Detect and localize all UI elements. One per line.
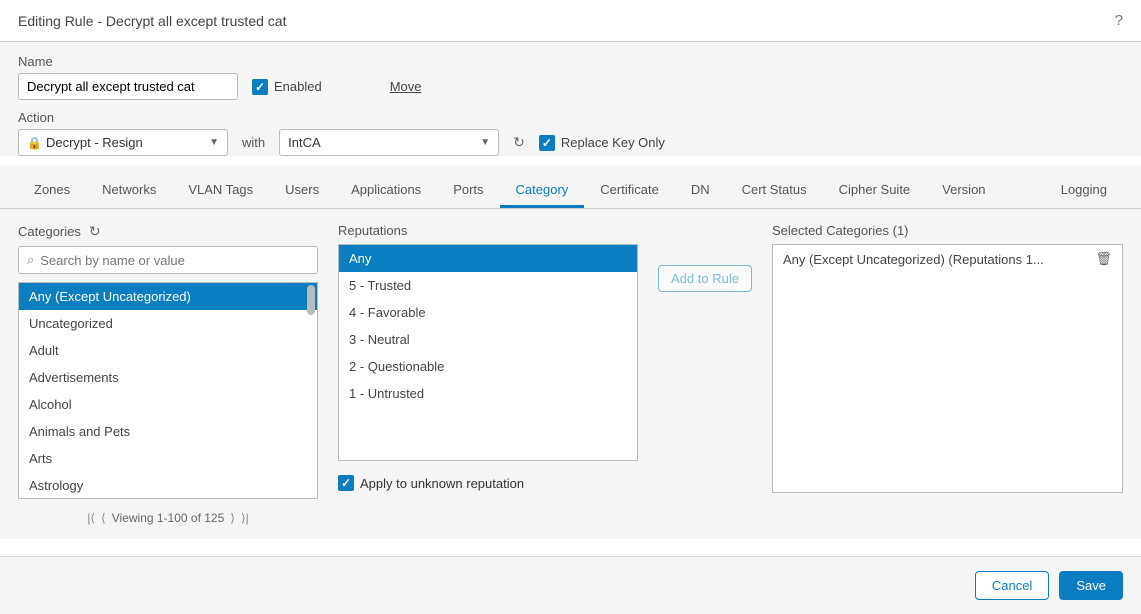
refresh-icon[interactable]: ↻ (513, 134, 525, 151)
apply-unknown-checkbox[interactable] (338, 475, 354, 491)
list-item[interactable]: Advertisements (19, 364, 317, 391)
name-label: Name (18, 54, 1123, 69)
categories-refresh-icon[interactable]: ↻ (89, 223, 101, 240)
chevron-down-icon: ▼ (480, 137, 490, 148)
page-last-icon[interactable]: ⟩| (241, 511, 249, 525)
add-to-rule-button[interactable]: Add to Rule (658, 265, 752, 292)
list-item[interactable]: Animals and Pets (19, 418, 317, 445)
tabs: Zones Networks VLAN Tags Users Applicati… (0, 166, 1141, 209)
selected-listbox: Any (Except Uncategorized) (Reputations … (772, 244, 1123, 493)
form-section: Name Enabled Move Action 🔒 Decrypt - Resi… (0, 42, 1141, 156)
ca-select[interactable]: IntCA ▼ (279, 129, 499, 156)
tab-applications[interactable]: Applications (335, 174, 437, 208)
list-item[interactable]: 4 - Favorable (339, 299, 637, 326)
tab-vlan-tags[interactable]: VLAN Tags (172, 174, 269, 208)
page-next-icon[interactable]: ⟩ (230, 511, 235, 525)
list-item[interactable]: Uncategorized (19, 310, 317, 337)
with-label: with (242, 135, 265, 150)
search-input[interactable] (40, 253, 309, 268)
apply-unknown-wrap[interactable]: Apply to unknown reputation (338, 475, 638, 491)
reputations-column: Reputations Any 5 - Trusted 4 - Favorabl… (338, 223, 638, 525)
search-icon: ⌕ (27, 252, 34, 268)
list-item[interactable]: 5 - Trusted (339, 272, 637, 299)
pagination: |⟨ ⟨ Viewing 1-100 of 125 ⟩ ⟩| (18, 511, 318, 525)
selected-column: Selected Categories (1) Any (Except Unca… (772, 223, 1123, 525)
ca-value: IntCA (288, 135, 321, 150)
trash-icon[interactable]: 🗑 (1095, 251, 1112, 267)
page-first-icon[interactable]: |⟨ (87, 511, 95, 525)
enabled-label: Enabled (274, 79, 322, 94)
categories-column: Categories ↻ ⌕ Any (Except Uncategorized… (18, 223, 318, 525)
footer: Cancel Save (0, 556, 1141, 614)
help-icon[interactable]: ? (1115, 12, 1123, 29)
tab-certificate[interactable]: Certificate (584, 174, 675, 208)
list-item[interactable]: 2 - Questionable (339, 353, 637, 380)
action-value: Decrypt - Resign (46, 135, 143, 150)
list-item[interactable]: Astrology (19, 472, 317, 499)
reputations-listbox[interactable]: Any 5 - Trusted 4 - Favorable 3 - Neutra… (338, 244, 638, 461)
name-input[interactable] (18, 73, 238, 100)
list-item[interactable]: Any (339, 245, 637, 272)
categories-header: Categories ↻ (18, 223, 318, 240)
replace-key-label: Replace Key Only (561, 135, 665, 150)
list-item[interactable]: Arts (19, 445, 317, 472)
list-item[interactable]: 1 - Untrusted (339, 380, 637, 407)
search-box[interactable]: ⌕ (18, 246, 318, 274)
categories-listbox[interactable]: Any (Except Uncategorized) Uncategorized… (18, 282, 318, 499)
modal-title: Editing Rule - Decrypt all except truste… (18, 13, 286, 29)
tab-users[interactable]: Users (269, 174, 335, 208)
selected-item[interactable]: Any (Except Uncategorized) (Reputations … (773, 245, 1122, 273)
tab-cipher-suite[interactable]: Cipher Suite (823, 174, 927, 208)
pagination-text: Viewing 1-100 of 125 (112, 511, 225, 525)
enabled-checkbox-wrap[interactable]: Enabled (252, 79, 322, 95)
lock-icon: 🔒 (27, 136, 42, 150)
add-column: Add to Rule (658, 223, 752, 525)
replace-key-checkbox[interactable] (539, 135, 555, 151)
apply-unknown-label: Apply to unknown reputation (360, 476, 524, 491)
tab-dn[interactable]: DN (675, 174, 726, 208)
main-panel: Categories ↻ ⌕ Any (Except Uncategorized… (0, 209, 1141, 539)
cancel-button[interactable]: Cancel (975, 571, 1049, 600)
move-link[interactable]: Move (390, 79, 422, 94)
list-item[interactable]: Any (Except Uncategorized) (19, 283, 317, 310)
tab-version[interactable]: Version (926, 174, 1001, 208)
page-prev-icon[interactable]: ⟨ (101, 511, 106, 525)
action-select[interactable]: 🔒 Decrypt - Resign ▼ (18, 129, 228, 156)
tab-logging[interactable]: Logging (1045, 174, 1123, 208)
list-item[interactable]: Adult (19, 337, 317, 364)
list-item[interactable]: 3 - Neutral (339, 326, 637, 353)
replace-key-checkbox-wrap[interactable]: Replace Key Only (539, 135, 665, 151)
tab-networks[interactable]: Networks (86, 174, 172, 208)
list-item[interactable]: Alcohol (19, 391, 317, 418)
chevron-down-icon: ▼ (209, 137, 219, 148)
enabled-checkbox[interactable] (252, 79, 268, 95)
tab-category[interactable]: Category (500, 174, 585, 208)
modal-header: Editing Rule - Decrypt all except truste… (0, 0, 1141, 42)
save-button[interactable]: Save (1059, 571, 1123, 600)
action-label: Action (18, 110, 1123, 125)
selected-item-label: Any (Except Uncategorized) (Reputations … (783, 252, 1044, 267)
tab-ports[interactable]: Ports (437, 174, 499, 208)
tab-cert-status[interactable]: Cert Status (726, 174, 823, 208)
selected-header: Selected Categories (1) (772, 223, 1123, 238)
tab-zones[interactable]: Zones (18, 174, 86, 208)
reputations-header: Reputations (338, 223, 638, 238)
scrollbar[interactable] (307, 285, 315, 315)
